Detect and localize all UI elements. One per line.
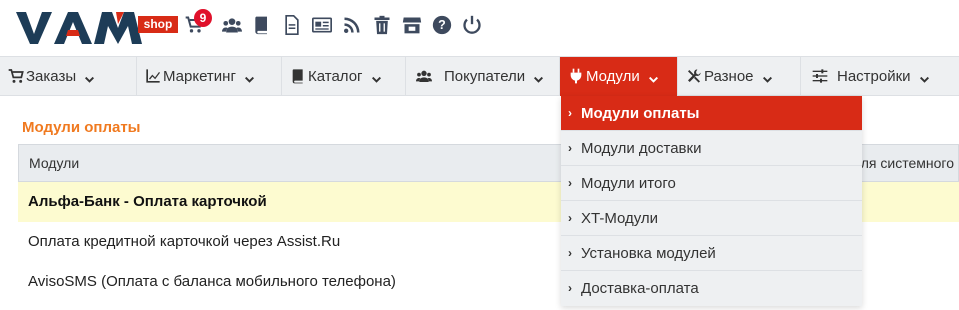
nav-label: Покупатели [444, 67, 526, 85]
book-icon[interactable] [250, 13, 274, 37]
cart-count-badge: 9 [194, 9, 212, 27]
chevron-right-icon: › [568, 141, 572, 155]
users-icon[interactable] [220, 13, 244, 37]
book-icon [290, 68, 306, 84]
menu-item-label: Модули доставки [581, 140, 702, 157]
menu-item-label: Модули оплаты [581, 105, 700, 122]
nav-label: Разное [704, 67, 754, 85]
nav-item-catalog[interactable]: Каталог [282, 57, 405, 96]
toolbar-icons: 9 ? [182, 9, 490, 38]
trash-icon[interactable] [370, 13, 394, 37]
store-icon[interactable] [400, 13, 424, 37]
menu-item-shipping-modules[interactable]: › Модули доставки [561, 131, 862, 166]
users-icon [414, 68, 436, 84]
nav-item-marketing[interactable]: Маркетинг [137, 57, 281, 96]
menu-item-payment-modules[interactable]: › Модули оплаты [561, 96, 862, 131]
chart-icon [145, 68, 161, 84]
chevron-down-icon [371, 72, 381, 83]
top-bar: shop 9 ? [0, 0, 959, 56]
chevron-right-icon: › [568, 211, 572, 225]
tools-icon [686, 68, 702, 84]
nav-label: Модули [586, 67, 640, 85]
menu-item-shipping-payment[interactable]: › Доставка-оплата [561, 271, 862, 306]
file-icon[interactable] [280, 13, 304, 37]
nav-item-settings[interactable]: Настройки [801, 57, 946, 96]
nav-item-modules[interactable]: Модули [560, 56, 677, 96]
chevron-down-icon [244, 72, 254, 83]
nav-label: Каталог [308, 67, 363, 85]
chevron-down-icon [919, 72, 929, 83]
nav-label: Заказы [26, 67, 77, 85]
chevron-down-icon [648, 72, 658, 83]
menu-item-install-modules[interactable]: › Установка модулей [561, 236, 862, 271]
help-icon[interactable]: ? [430, 13, 454, 37]
main-nav: Заказы Маркетинг Каталог Покупатели Моду… [0, 56, 959, 96]
nav-item-customers[interactable]: Покупатели [406, 57, 559, 96]
nav-label: Настройки [837, 67, 911, 85]
power-icon[interactable] [460, 13, 484, 37]
nav-label: Маркетинг [163, 67, 236, 85]
column-header-system[interactable]: для системного [853, 155, 954, 171]
column-header-modules[interactable]: Модули [29, 155, 79, 171]
logo[interactable]: shop [14, 6, 178, 46]
chevron-down-icon [85, 72, 95, 83]
menu-item-xt-modules[interactable]: › XT-Модули [561, 201, 862, 236]
menu-item-label: Установка модулей [581, 245, 716, 262]
shop-badge: shop [138, 16, 178, 33]
menu-item-total-modules[interactable]: › Модули итого [561, 166, 862, 201]
newspaper-icon[interactable] [310, 13, 334, 37]
page-title: Модули оплаты [22, 119, 141, 136]
chevron-down-icon [762, 72, 772, 83]
svg-text:?: ? [438, 18, 446, 32]
cart-icon [8, 68, 24, 84]
plug-icon [568, 68, 584, 84]
chevron-right-icon: › [568, 246, 572, 260]
chevron-down-icon [534, 72, 544, 83]
menu-item-label: XT-Модули [581, 210, 659, 227]
chevron-right-icon: › [568, 281, 572, 295]
menu-item-label: Модули итого [581, 175, 676, 192]
cart-icon[interactable]: 9 [182, 9, 212, 37]
chevron-right-icon: › [568, 106, 572, 120]
nav-item-misc[interactable]: Разное [678, 57, 800, 96]
menu-item-label: Доставка-оплата [581, 280, 699, 297]
sliders-icon [811, 68, 829, 84]
chevron-right-icon: › [568, 176, 572, 190]
rss-icon[interactable] [340, 13, 364, 37]
modules-dropdown-menu: › Модули оплаты › Модули доставки › Моду… [561, 96, 862, 306]
nav-item-orders[interactable]: Заказы [0, 57, 136, 96]
